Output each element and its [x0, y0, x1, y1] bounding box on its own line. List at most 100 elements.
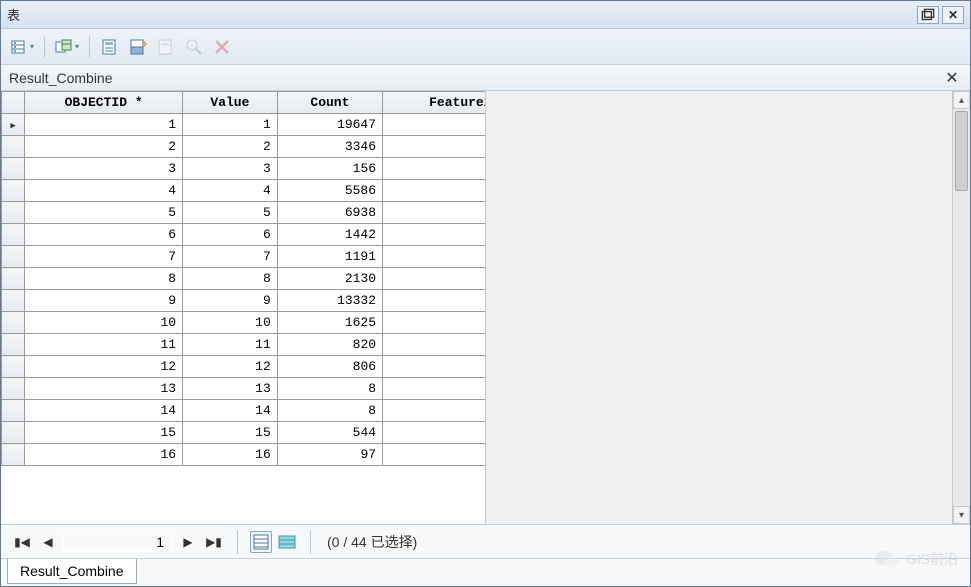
cell-value[interactable]: 11	[183, 334, 278, 356]
close-table-button[interactable]: ✕	[942, 68, 962, 88]
cell-objectid[interactable]: 15	[25, 422, 183, 444]
table-options-button[interactable]: ▾	[7, 34, 37, 60]
vertical-scrollbar[interactable]: ▴ ▾	[952, 91, 970, 524]
scroll-thumb[interactable]	[955, 111, 968, 191]
cell-objectid[interactable]: 5	[25, 202, 183, 224]
table-row[interactable]: 991333254	[2, 290, 486, 312]
row-selector[interactable]	[2, 334, 25, 356]
cell-count[interactable]: 1191	[277, 246, 382, 268]
delete-selected-button[interactable]	[209, 34, 235, 60]
col-objectid[interactable]: OBJECTID *	[25, 92, 183, 114]
cell-feature2000[interactable]: 3	[383, 246, 485, 268]
row-selector[interactable]	[2, 356, 25, 378]
tab-result-combine[interactable]: Result_Combine	[7, 559, 137, 584]
cell-count[interactable]: 13332	[277, 290, 382, 312]
row-selector[interactable]	[2, 444, 25, 466]
cell-count[interactable]: 8	[277, 378, 382, 400]
table-row[interactable]: 22334644	[2, 136, 486, 158]
cell-objectid[interactable]: 14	[25, 400, 183, 422]
row-selector[interactable]	[2, 246, 25, 268]
cell-objectid[interactable]: 9	[25, 290, 183, 312]
cell-feature2000[interactable]: 6	[383, 268, 485, 290]
table-row[interactable]: 55693833	[2, 202, 486, 224]
scroll-up-icon[interactable]: ▴	[953, 91, 970, 109]
row-selector[interactable]	[2, 400, 25, 422]
col-count[interactable]: Count	[277, 92, 382, 114]
cell-feature2000[interactable]: 3	[383, 224, 485, 246]
cell-feature2000[interactable]: 3	[383, 114, 485, 136]
cell-value[interactable]: 5	[183, 202, 278, 224]
row-selector[interactable]	[2, 114, 25, 136]
row-selector[interactable]	[2, 136, 25, 158]
cell-count[interactable]: 5586	[277, 180, 382, 202]
cell-objectid[interactable]: 16	[25, 444, 183, 466]
show-selected-records-button[interactable]	[276, 531, 298, 553]
cell-value[interactable]: 16	[183, 444, 278, 466]
table-row[interactable]: 111964734	[2, 114, 486, 136]
table-row[interactable]: 1010162567	[2, 312, 486, 334]
cell-objectid[interactable]: 11	[25, 334, 183, 356]
record-number-input[interactable]	[63, 532, 173, 552]
cell-count[interactable]: 8	[277, 400, 382, 422]
cell-objectid[interactable]: 10	[25, 312, 183, 334]
nav-prev-button[interactable]: ◀	[37, 531, 59, 553]
cell-value[interactable]: 6	[183, 224, 278, 246]
cell-objectid[interactable]: 2	[25, 136, 183, 158]
nav-first-button[interactable]: ▮◀	[11, 531, 33, 553]
cell-feature2000[interactable]: 4	[383, 334, 485, 356]
cell-objectid[interactable]: 7	[25, 246, 183, 268]
cell-value[interactable]: 8	[183, 268, 278, 290]
select-by-attributes-button[interactable]	[97, 34, 123, 60]
cell-feature2000[interactable]: 6	[383, 444, 485, 466]
table-row[interactable]: 77119132	[2, 246, 486, 268]
cell-feature2000[interactable]: 4	[383, 136, 485, 158]
table-row[interactable]: 3315646	[2, 158, 486, 180]
cell-count[interactable]: 2130	[277, 268, 382, 290]
cell-value[interactable]: 4	[183, 180, 278, 202]
table-row[interactable]: 88213064	[2, 268, 486, 290]
row-selector-header[interactable]	[2, 92, 25, 114]
cell-count[interactable]: 544	[277, 422, 382, 444]
table-row[interactable]: 121280643	[2, 356, 486, 378]
cell-value[interactable]: 9	[183, 290, 278, 312]
cell-count[interactable]: 156	[277, 158, 382, 180]
nav-next-button[interactable]: ▶	[177, 531, 199, 553]
cell-value[interactable]: 7	[183, 246, 278, 268]
row-selector[interactable]	[2, 378, 25, 400]
cell-value[interactable]: 10	[183, 312, 278, 334]
cell-count[interactable]: 1625	[277, 312, 382, 334]
cell-feature2000[interactable]: 6	[383, 312, 485, 334]
cell-objectid[interactable]: 4	[25, 180, 183, 202]
cell-feature2000[interactable]: 4	[383, 400, 485, 422]
row-selector[interactable]	[2, 224, 25, 246]
cell-objectid[interactable]: 3	[25, 158, 183, 180]
cell-feature2000[interactable]: 1	[383, 422, 485, 444]
cell-objectid[interactable]: 8	[25, 268, 183, 290]
cell-value[interactable]: 2	[183, 136, 278, 158]
restore-button[interactable]	[917, 6, 939, 24]
table-row[interactable]: 66144237	[2, 224, 486, 246]
cell-objectid[interactable]: 12	[25, 356, 183, 378]
table-row[interactable]: 1414845	[2, 400, 486, 422]
cell-count[interactable]: 820	[277, 334, 382, 356]
switch-selection-button[interactable]	[125, 34, 151, 60]
row-selector[interactable]	[2, 290, 25, 312]
col-value[interactable]: Value	[183, 92, 278, 114]
cell-feature2000[interactable]: 4	[383, 378, 485, 400]
table-row[interactable]: 111182047	[2, 334, 486, 356]
scroll-down-icon[interactable]: ▾	[953, 506, 970, 524]
cell-value[interactable]: 1	[183, 114, 278, 136]
row-selector[interactable]	[2, 180, 25, 202]
col-feature2000[interactable]: Feature2000	[383, 92, 485, 114]
clear-selection-button[interactable]	[153, 34, 179, 60]
close-button[interactable]: ✕	[942, 6, 964, 24]
cell-value[interactable]: 14	[183, 400, 278, 422]
show-all-records-button[interactable]	[250, 531, 272, 553]
row-selector[interactable]	[2, 202, 25, 224]
cell-count[interactable]: 6938	[277, 202, 382, 224]
zoom-to-selected-button[interactable]	[181, 34, 207, 60]
cell-feature2000[interactable]: 4	[383, 356, 485, 378]
row-selector[interactable]	[2, 158, 25, 180]
cell-objectid[interactable]: 6	[25, 224, 183, 246]
table-row[interactable]: 1313848	[2, 378, 486, 400]
